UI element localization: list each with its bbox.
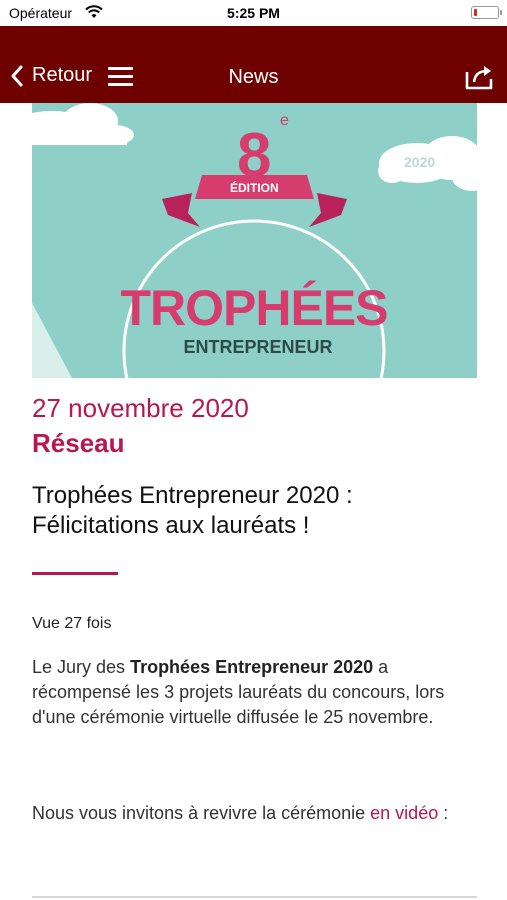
article-date: 27 novembre 2020: [32, 393, 249, 423]
article-category[interactable]: Réseau: [32, 428, 125, 459]
paragraph-text: Le Jury des: [32, 657, 131, 677]
navigation-bar: Retour News: [0, 26, 507, 103]
share-icon[interactable]: [465, 64, 495, 90]
clock: 5:25 PM: [227, 5, 280, 21]
video-link[interactable]: en vidéo: [370, 803, 438, 823]
hero-subtitle: ENTREPRENEUR: [183, 337, 332, 357]
battery-icon: [471, 6, 502, 19]
page-title: News: [228, 66, 279, 88]
article-hero-image: 2020 8 e ÉDITION TROPHÉES ENTREPRENEUR: [32, 103, 477, 378]
article-title: Trophées Entrepreneur 2020 : Félicitatio…: [32, 482, 353, 539]
paragraph-bold-text: Trophées Entrepreneur 2020: [130, 657, 374, 677]
embedded-content-edge: [32, 896, 477, 898]
edition-label: ÉDITION: [230, 180, 279, 195]
title-divider: [32, 572, 118, 575]
status-bar: Opérateur 5:25 PM: [0, 0, 507, 26]
view-count: Vue 27 fois: [32, 615, 112, 632]
article-paragraph-2: Nous vous invitons à revivre la cérémoni…: [32, 801, 472, 826]
edition-suffix: e: [280, 112, 289, 129]
article-paragraph-1: Le Jury des Trophées Entrepreneur 2020 a…: [32, 655, 472, 730]
hero-year: 2020: [404, 154, 435, 170]
hero-trophy-word: TROPHÉES: [120, 280, 387, 336]
paragraph-text: :: [438, 803, 449, 823]
paragraph-text: Nous vous invitons à revivre la cérémoni…: [32, 803, 371, 823]
battery-level: [474, 9, 477, 16]
